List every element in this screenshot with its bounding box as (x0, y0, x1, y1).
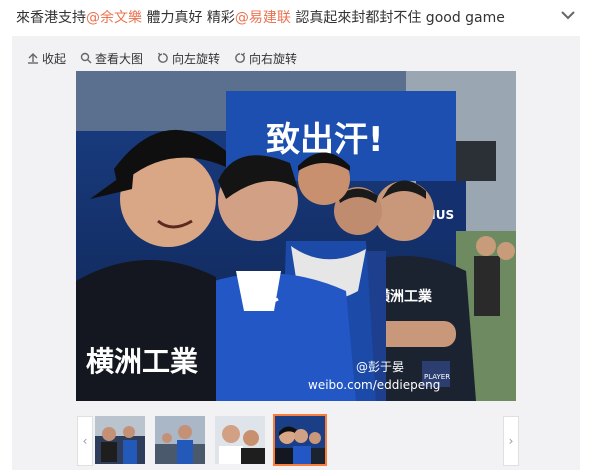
media-toolbar: 收起 查看大图 向左旋转 向右旋转 (27, 48, 297, 68)
mention-link-2[interactable]: @易建联 (235, 10, 291, 26)
next-thumbnail-button[interactable]: › (503, 416, 519, 466)
shirt-text-left: 横洲工業 (86, 345, 198, 378)
view-large-label: 查看大图 (95, 51, 144, 66)
thumbnail-1[interactable] (95, 416, 145, 464)
thumbnail-image (95, 416, 145, 464)
thumbnail-image (215, 416, 265, 464)
post-text-part-3: 認真起來封都封不住 good game (290, 10, 505, 26)
rotate-left-button[interactable]: 向左旋转 (157, 50, 220, 67)
watermark-url: weibo.com/eddiepeng (308, 378, 440, 392)
media-box: 收起 查看大图 向左旋转 向右旋转 致出汗! RIUS 横洲工業 PLAYER … (12, 36, 580, 470)
view-large-button[interactable]: 查看大图 (80, 50, 143, 67)
thumbnail-2[interactable] (155, 416, 205, 464)
rotate-right-label: 向右旋转 (249, 51, 298, 66)
rotate-left-label: 向左旋转 (172, 51, 221, 66)
group-selfie-image: 致出汗! RIUS 横洲工業 PLAYER 横洲工業 @彭于晏 weibo.co… (76, 71, 516, 401)
post-text-part-2: 體力真好 精彩 (142, 10, 235, 26)
chevron-right-icon: › (508, 434, 514, 448)
prev-thumbnail-button[interactable]: ‹ (77, 416, 93, 466)
thumbnail-image (155, 416, 205, 464)
collapse-icon (28, 53, 38, 64)
collapse-label: 收起 (42, 51, 67, 66)
main-photo[interactable]: 致出汗! RIUS 横洲工業 PLAYER 横洲工業 @彭于晏 weibo.co… (76, 71, 516, 401)
rotate-left-icon (157, 52, 168, 63)
thumbnail-4-selected[interactable] (273, 414, 327, 466)
rotate-right-button[interactable]: 向右旋转 (234, 50, 297, 67)
rotate-right-icon (235, 52, 246, 63)
thumbnail-3[interactable] (215, 416, 265, 464)
thumbnail-image (275, 416, 325, 464)
watermark-name: @彭于晏 (356, 360, 404, 374)
post-text-part-1: 來香港支持 (16, 10, 86, 26)
search-icon (80, 52, 92, 64)
thumbnail-strip: ‹ › (77, 414, 519, 466)
chevron-down-icon[interactable] (557, 4, 579, 26)
mention-link-1[interactable]: @余文樂 (86, 10, 142, 26)
chevron-left-icon: ‹ (82, 434, 88, 448)
post-text: 來香港支持@余文樂 體力真好 精彩@易建联 認真起來封都封不住 good gam… (16, 8, 505, 28)
collapse-button[interactable]: 收起 (27, 50, 66, 67)
